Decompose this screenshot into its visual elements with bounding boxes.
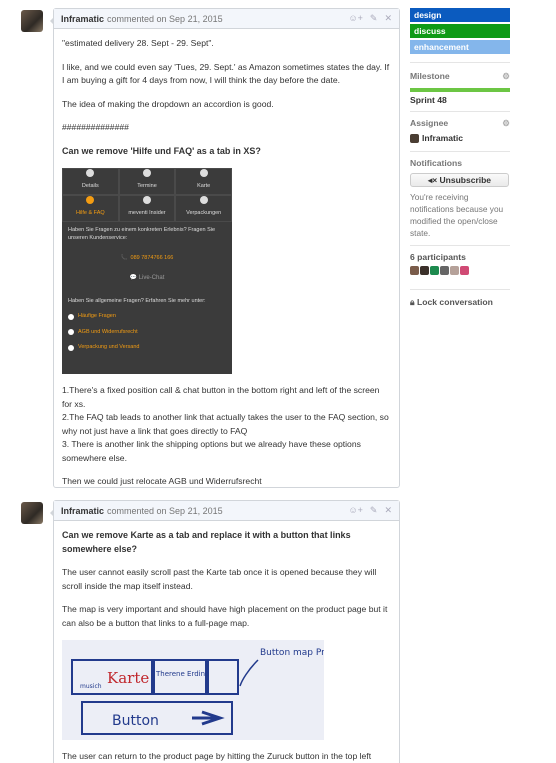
edit-icon[interactable]: ✎ bbox=[370, 505, 378, 516]
gear-icon[interactable]: ⚙ bbox=[502, 71, 510, 82]
comment-header: Inframatic commented on Sep 21, 2015 ☺+ … bbox=[54, 501, 399, 521]
comment-author[interactable]: Inframatic bbox=[61, 506, 104, 516]
comment-text: I like, and we could even say 'Tues, 29.… bbox=[62, 61, 390, 86]
participants-section: 6 participants bbox=[410, 252, 510, 275]
phone-link: Häufige Fragen bbox=[62, 309, 232, 325]
close-icon[interactable]: ✕ bbox=[384, 13, 392, 24]
person-icon bbox=[142, 196, 151, 205]
phone-intro: Haben Sie Fragen zu einem konkreten Erle… bbox=[68, 227, 216, 241]
info-icon bbox=[68, 313, 74, 320]
info-icon bbox=[86, 169, 95, 178]
comment-author[interactable]: Inframatic bbox=[61, 14, 104, 24]
participants-avatars bbox=[410, 266, 510, 275]
phone-tab: Hilfe & FAQ bbox=[62, 195, 119, 222]
add-reaction-icon[interactable]: ☺+ bbox=[348, 505, 362, 516]
comment-meta[interactable]: commented on Sep 21, 2015 bbox=[107, 506, 223, 516]
participants-count: 6 participants bbox=[410, 252, 466, 262]
unsubscribe-button[interactable]: ◂× Unsubscribe bbox=[410, 173, 509, 187]
sketch-drawing: Karte musich Therene Erding Button Butto… bbox=[71, 648, 324, 735]
avatar[interactable] bbox=[440, 266, 449, 275]
gear-icon[interactable]: ⚙ bbox=[502, 118, 510, 129]
milestone-section: Milestone ⚙ Sprint 48 bbox=[410, 71, 510, 105]
label-discuss[interactable]: discuss bbox=[410, 24, 510, 38]
svg-text:Therene Erding: Therene Erding bbox=[155, 670, 209, 678]
assignee-title: Assignee bbox=[410, 118, 449, 128]
lock-conversation-link[interactable]: 🔒︎ Lock conversation bbox=[410, 297, 510, 308]
info-icon bbox=[68, 344, 74, 351]
phone-number: 📞 089 7874766 166 bbox=[120, 255, 174, 261]
milestone-progress-bar bbox=[410, 88, 510, 92]
avatar[interactable] bbox=[430, 266, 439, 275]
avatar[interactable] bbox=[450, 266, 459, 275]
comment-text: The user can return to the product page … bbox=[62, 751, 372, 761]
comment-text: "estimated delivery 28. Sept - 29. Sept"… bbox=[62, 38, 214, 48]
svg-text:Button map Preview: Button map Preview bbox=[260, 648, 324, 658]
avatar[interactable] bbox=[21, 10, 43, 32]
milestone-link[interactable]: Sprint 48 bbox=[410, 95, 510, 105]
phone-link: Verpackung und Versand bbox=[62, 340, 232, 356]
comment-text: The idea of making the dropdown an accor… bbox=[62, 98, 274, 109]
phone-tab: Verpackungen bbox=[175, 195, 232, 222]
notifications-section: Notifications ◂× Unsubscribe You're rece… bbox=[410, 158, 510, 239]
assignee-section: Assignee ⚙ Inframatic bbox=[410, 118, 510, 143]
svg-text:Button: Button bbox=[112, 713, 159, 729]
labels-section: design discuss enhancement bbox=[410, 0, 510, 56]
sketch-image: Karte musich Therene Erding Button Butto… bbox=[62, 640, 324, 740]
assignee-avatar[interactable] bbox=[410, 133, 419, 143]
comment-text: The user cannot easily scroll past the K… bbox=[62, 567, 377, 591]
comment-text: ############## bbox=[62, 122, 129, 132]
phone-screenshot-image: Details Termine Karte Hilfe & FAQ mevent… bbox=[62, 168, 232, 374]
phone-general: Haben Sie allgemeine Fragen? Erfahren Si… bbox=[68, 298, 206, 304]
comment-text: Then we could just relocate AGB und Wide… bbox=[62, 476, 262, 486]
comment-text: The map is very important and should hav… bbox=[62, 604, 388, 628]
lock-icon: 🔒︎ bbox=[410, 297, 415, 307]
comment-heading: Can we remove Karte as a tab and replace… bbox=[62, 530, 351, 554]
avatar[interactable] bbox=[420, 266, 429, 275]
close-icon[interactable]: ✕ bbox=[384, 505, 392, 516]
comment-heading: Can we remove 'Hilfe und FAQ' as a tab i… bbox=[62, 145, 261, 156]
avatar[interactable] bbox=[21, 502, 43, 524]
label-enhancement[interactable]: enhancement bbox=[410, 40, 510, 54]
info-icon bbox=[68, 329, 74, 336]
comment: Inframatic commented on Sep 21, 2015 ☺+ … bbox=[50, 500, 400, 763]
edit-icon[interactable]: ✎ bbox=[370, 13, 378, 24]
live-chat: 💬 Live-Chat bbox=[129, 274, 165, 281]
comment: Inframatic commented on Sep 21, 2015 ☺+ … bbox=[50, 8, 400, 488]
globe-icon bbox=[199, 169, 208, 178]
phone-link: AGB und Widerrufsrecht bbox=[62, 325, 232, 341]
phone-tab: Karte bbox=[175, 168, 232, 195]
comment-header: Inframatic commented on Sep 21, 2015 ☺+ … bbox=[54, 9, 399, 29]
notifications-title: Notifications bbox=[410, 158, 463, 168]
avatar[interactable] bbox=[410, 266, 419, 275]
phone-tab: meventi Insider bbox=[118, 195, 176, 222]
svg-text:musich: musich bbox=[80, 683, 102, 690]
question-icon bbox=[86, 196, 95, 205]
comment-meta[interactable]: commented on Sep 21, 2015 bbox=[107, 14, 223, 24]
lock-section: 🔒︎ Lock conversation bbox=[410, 297, 510, 308]
mute-icon: ◂× bbox=[427, 175, 438, 185]
milestone-title: Milestone bbox=[410, 71, 450, 81]
comment-text: 1.There's a fixed position call & chat b… bbox=[62, 385, 389, 463]
gift-icon bbox=[199, 196, 208, 205]
label-design[interactable]: design bbox=[410, 8, 510, 22]
assignee-link[interactable]: Inframatic bbox=[422, 133, 463, 143]
phone-tab: Termine bbox=[118, 168, 176, 195]
notifications-note: You're receiving notifications because y… bbox=[410, 192, 504, 238]
avatar[interactable] bbox=[460, 266, 469, 275]
calendar-icon bbox=[142, 169, 151, 178]
add-reaction-icon[interactable]: ☺+ bbox=[348, 13, 362, 24]
svg-text:Karte: Karte bbox=[107, 669, 149, 687]
phone-tab: Details bbox=[62, 168, 119, 195]
